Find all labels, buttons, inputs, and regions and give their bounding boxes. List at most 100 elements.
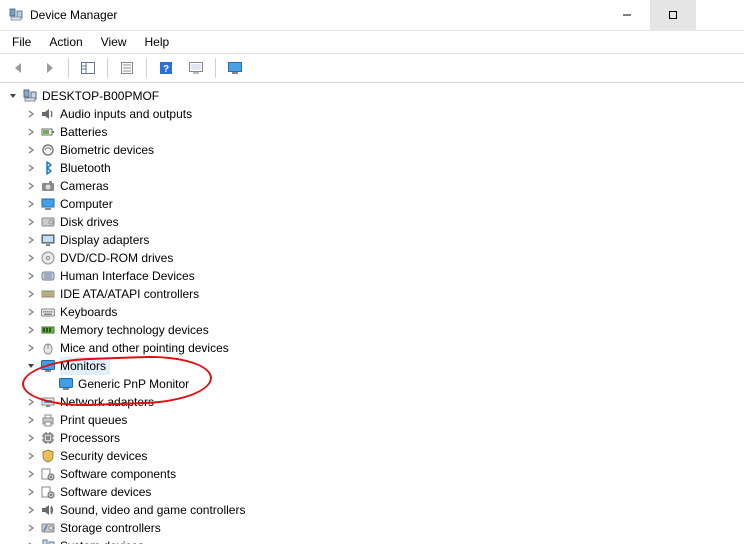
toolbar-separator (107, 58, 108, 78)
tree-category[interactable]: Audio inputs and outputs (6, 105, 744, 123)
chevron-right-icon[interactable] (24, 143, 38, 157)
tree-category[interactable]: Sound, video and game controllers (6, 501, 744, 519)
tree-category[interactable]: Mice and other pointing devices (6, 339, 744, 357)
chevron-right-icon[interactable] (24, 161, 38, 175)
tree-category[interactable]: Print queues (6, 411, 744, 429)
toolbar-scan-hardware-button[interactable] (183, 56, 209, 80)
tree-category-label: Display adapters (60, 231, 153, 249)
chevron-right-icon[interactable] (24, 251, 38, 265)
tree-root[interactable]: DESKTOP-B00PMOF (6, 87, 744, 105)
tree-category-monitors[interactable]: Monitors (6, 357, 744, 375)
bluetooth-icon (40, 160, 56, 176)
chevron-right-icon[interactable] (24, 305, 38, 319)
chevron-right-icon[interactable] (24, 215, 38, 229)
ide-icon (40, 286, 56, 302)
security-icon (40, 448, 56, 464)
toolbar-separator (68, 58, 69, 78)
tree-category-label: Print queues (60, 411, 131, 429)
toolbar-forward-button[interactable] (36, 56, 62, 80)
hid-icon (40, 268, 56, 284)
chevron-right-icon[interactable] (24, 233, 38, 247)
monitor-icon (58, 376, 74, 392)
tree-category[interactable]: DVD/CD-ROM drives (6, 249, 744, 267)
tree-category-label: Processors (60, 429, 124, 447)
menu-file[interactable]: File (4, 33, 39, 51)
chevron-right-icon[interactable] (24, 485, 38, 499)
mouse-icon (40, 340, 56, 356)
toolbar-properties-button[interactable] (114, 56, 140, 80)
tree-category[interactable]: Human Interface Devices (6, 267, 744, 285)
chevron-down-icon[interactable] (24, 359, 38, 373)
tree-device-generic-pnp-monitor[interactable]: Generic PnP Monitor (6, 375, 744, 393)
toolbar: ? (0, 54, 744, 83)
chevron-right-icon[interactable] (24, 503, 38, 517)
toolbar-help-button[interactable]: ? (153, 56, 179, 80)
minimize-button[interactable] (604, 0, 650, 30)
system-icon (40, 538, 56, 544)
toolbar-back-button[interactable] (6, 56, 32, 80)
monitor-icon (40, 358, 56, 374)
tree-category[interactable]: Processors (6, 429, 744, 447)
chevron-right-icon[interactable] (24, 125, 38, 139)
tree-category-label: Biometric devices (60, 141, 158, 159)
tree-category-label: Sound, video and game controllers (60, 501, 249, 519)
tree-category-label: Bluetooth (60, 159, 115, 177)
chevron-right-icon[interactable] (24, 269, 38, 283)
printer-icon (40, 412, 56, 428)
tree-category[interactable]: Cameras (6, 177, 744, 195)
menu-view[interactable]: View (93, 33, 135, 51)
tree-category[interactable]: Software devices (6, 483, 744, 501)
chevron-right-icon[interactable] (24, 539, 38, 544)
tree-category-label: Network adapters (60, 393, 158, 411)
tree-category[interactable]: Keyboards (6, 303, 744, 321)
maximize-button[interactable] (650, 0, 696, 30)
toolbar-show-hide-console-tree-button[interactable] (75, 56, 101, 80)
battery-icon (40, 124, 56, 140)
camera-icon (40, 178, 56, 194)
chevron-right-icon[interactable] (24, 413, 38, 427)
dvd-icon (40, 250, 56, 266)
chevron-right-icon[interactable] (24, 323, 38, 337)
tree-category[interactable]: Batteries (6, 123, 744, 141)
chevron-right-icon[interactable] (24, 449, 38, 463)
toolbar-monitor-button[interactable] (222, 56, 248, 80)
tree-category-label: Monitors (60, 357, 110, 375)
chevron-right-icon[interactable] (24, 431, 38, 445)
chevron-right-icon[interactable] (24, 341, 38, 355)
chevron-down-icon[interactable] (6, 89, 20, 103)
audio-icon (40, 106, 56, 122)
close-button[interactable] (696, 0, 742, 30)
tree-category[interactable]: Network adapters (6, 393, 744, 411)
tree-category[interactable]: IDE ATA/ATAPI controllers (6, 285, 744, 303)
tree-category-label: Software components (60, 465, 180, 483)
tree-category[interactable]: Storage controllers (6, 519, 744, 537)
menu-action[interactable]: Action (41, 33, 90, 51)
tree-category[interactable]: Biometric devices (6, 141, 744, 159)
tree-category[interactable]: Bluetooth (6, 159, 744, 177)
chevron-right-icon[interactable] (24, 287, 38, 301)
chevron-right-icon[interactable] (24, 395, 38, 409)
tree-category-label: Audio inputs and outputs (60, 105, 196, 123)
tree-category-label: Memory technology devices (60, 321, 213, 339)
tree-category[interactable]: Software components (6, 465, 744, 483)
tree-category[interactable]: Security devices (6, 447, 744, 465)
toolbar-separator (146, 58, 147, 78)
chevron-right-icon[interactable] (24, 197, 38, 211)
cpu-icon (40, 430, 56, 446)
tree-category-label: Human Interface Devices (60, 267, 199, 285)
app-icon (8, 7, 24, 23)
chevron-right-icon[interactable] (24, 179, 38, 193)
tree-category-label: Storage controllers (60, 519, 165, 537)
menu-help[interactable]: Help (137, 33, 178, 51)
svg-text:?: ? (163, 64, 169, 75)
chevron-right-icon[interactable] (24, 521, 38, 535)
menubar: File Action View Help (0, 31, 744, 54)
tree-category-label: DVD/CD-ROM drives (60, 249, 177, 267)
tree-category[interactable]: Memory technology devices (6, 321, 744, 339)
tree-category[interactable]: System devices (6, 537, 744, 544)
chevron-right-icon[interactable] (24, 467, 38, 481)
tree-category[interactable]: Computer (6, 195, 744, 213)
tree-category[interactable]: Display adapters (6, 231, 744, 249)
chevron-right-icon[interactable] (24, 107, 38, 121)
tree-category[interactable]: Disk drives (6, 213, 744, 231)
